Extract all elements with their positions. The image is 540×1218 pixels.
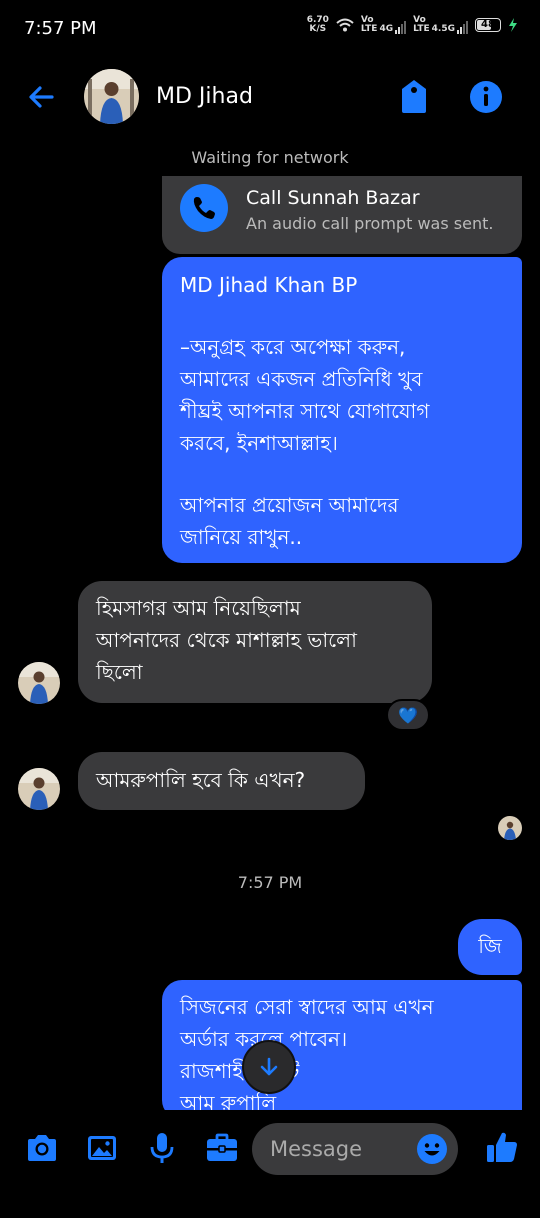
contact-avatar[interactable]	[84, 69, 139, 124]
image-icon[interactable]	[84, 1130, 120, 1166]
time-separator: 7:57 PM	[237, 873, 303, 892]
outgoing-message[interactable]: সিজনের সেরা স্বাদের আম এখন অর্ডার করলে প…	[162, 980, 522, 1120]
blue-heart-icon: 💙	[398, 705, 418, 725]
sim1-signal: Vo LTE 4G	[361, 16, 407, 34]
message-text: আপনার প্রয়োজন আমাদের জানিয়ে রাখুন..	[180, 493, 399, 549]
wifi-icon	[336, 18, 354, 32]
camera-icon[interactable]	[24, 1130, 60, 1166]
briefcase-icon[interactable]	[204, 1130, 240, 1166]
sim2-signal: Vo LTE 4.5G	[413, 16, 468, 34]
thumbs-up-icon[interactable]	[484, 1130, 520, 1166]
emoji-icon[interactable]	[416, 1133, 448, 1165]
message-text: হিমসাগর আম নিয়েছিলাম আপনাদের থেকে মাশাল…	[96, 596, 357, 684]
message-text: জি	[478, 934, 502, 958]
message-text: –অনুগ্রহ করে অপেক্ষা করুন, আমাদের একজন প…	[180, 335, 430, 455]
status-bar: 7:57 PM 6.70 K/S Vo LTE 4G Vo LTE 4.5G 4…	[0, 0, 540, 58]
sender-avatar[interactable]	[18, 662, 60, 704]
message-text: আমরুপালি হবে কি এখন?	[96, 768, 306, 792]
phone-icon	[180, 184, 228, 232]
battery-icon: 48	[475, 18, 501, 32]
call-title: Call Sunnah Bazar	[246, 187, 420, 209]
incoming-message[interactable]: হিমসাগর আম নিয়েছিলাম আপনাদের থেকে মাশাল…	[78, 581, 432, 703]
info-icon[interactable]	[468, 79, 504, 115]
call-subtitle: An audio call prompt was sent.	[246, 214, 494, 233]
microphone-icon[interactable]	[144, 1130, 180, 1166]
network-speed: 6.70 K/S	[306, 15, 329, 34]
status-time: 7:57 PM	[24, 18, 97, 39]
message-sender-line: MD Jihad Khan BP	[180, 273, 358, 297]
outgoing-message[interactable]: MD Jihad Khan BP –অনুগ্রহ করে অপেক্ষা কর…	[162, 257, 522, 563]
sender-avatar[interactable]	[18, 768, 60, 810]
read-receipt-avatar	[498, 816, 522, 840]
arrow-down-icon	[260, 1057, 278, 1076]
contact-name[interactable]: MD Jihad	[156, 84, 253, 109]
message-text: সিজনের সেরা স্বাদের আম এখন অর্ডার করলে প…	[180, 995, 434, 1115]
composer-bar: Message	[0, 1110, 540, 1218]
outgoing-message[interactable]: জি	[458, 919, 522, 975]
scroll-to-bottom-button[interactable]	[242, 1040, 296, 1094]
back-arrow-icon[interactable]	[24, 80, 58, 114]
charging-icon	[509, 18, 517, 32]
incoming-message[interactable]: আমরুপালি হবে কি এখন?	[78, 752, 365, 810]
tag-icon[interactable]	[396, 77, 432, 115]
call-prompt-card[interactable]: Call Sunnah Bazar An audio call prompt w…	[162, 176, 522, 254]
heart-reaction[interactable]: 💙	[386, 699, 430, 731]
chat-header: MD Jihad	[0, 60, 540, 134]
network-status: Waiting for network	[191, 148, 349, 167]
status-icons: 6.70 K/S Vo LTE 4G Vo LTE 4.5G 48	[307, 16, 518, 34]
